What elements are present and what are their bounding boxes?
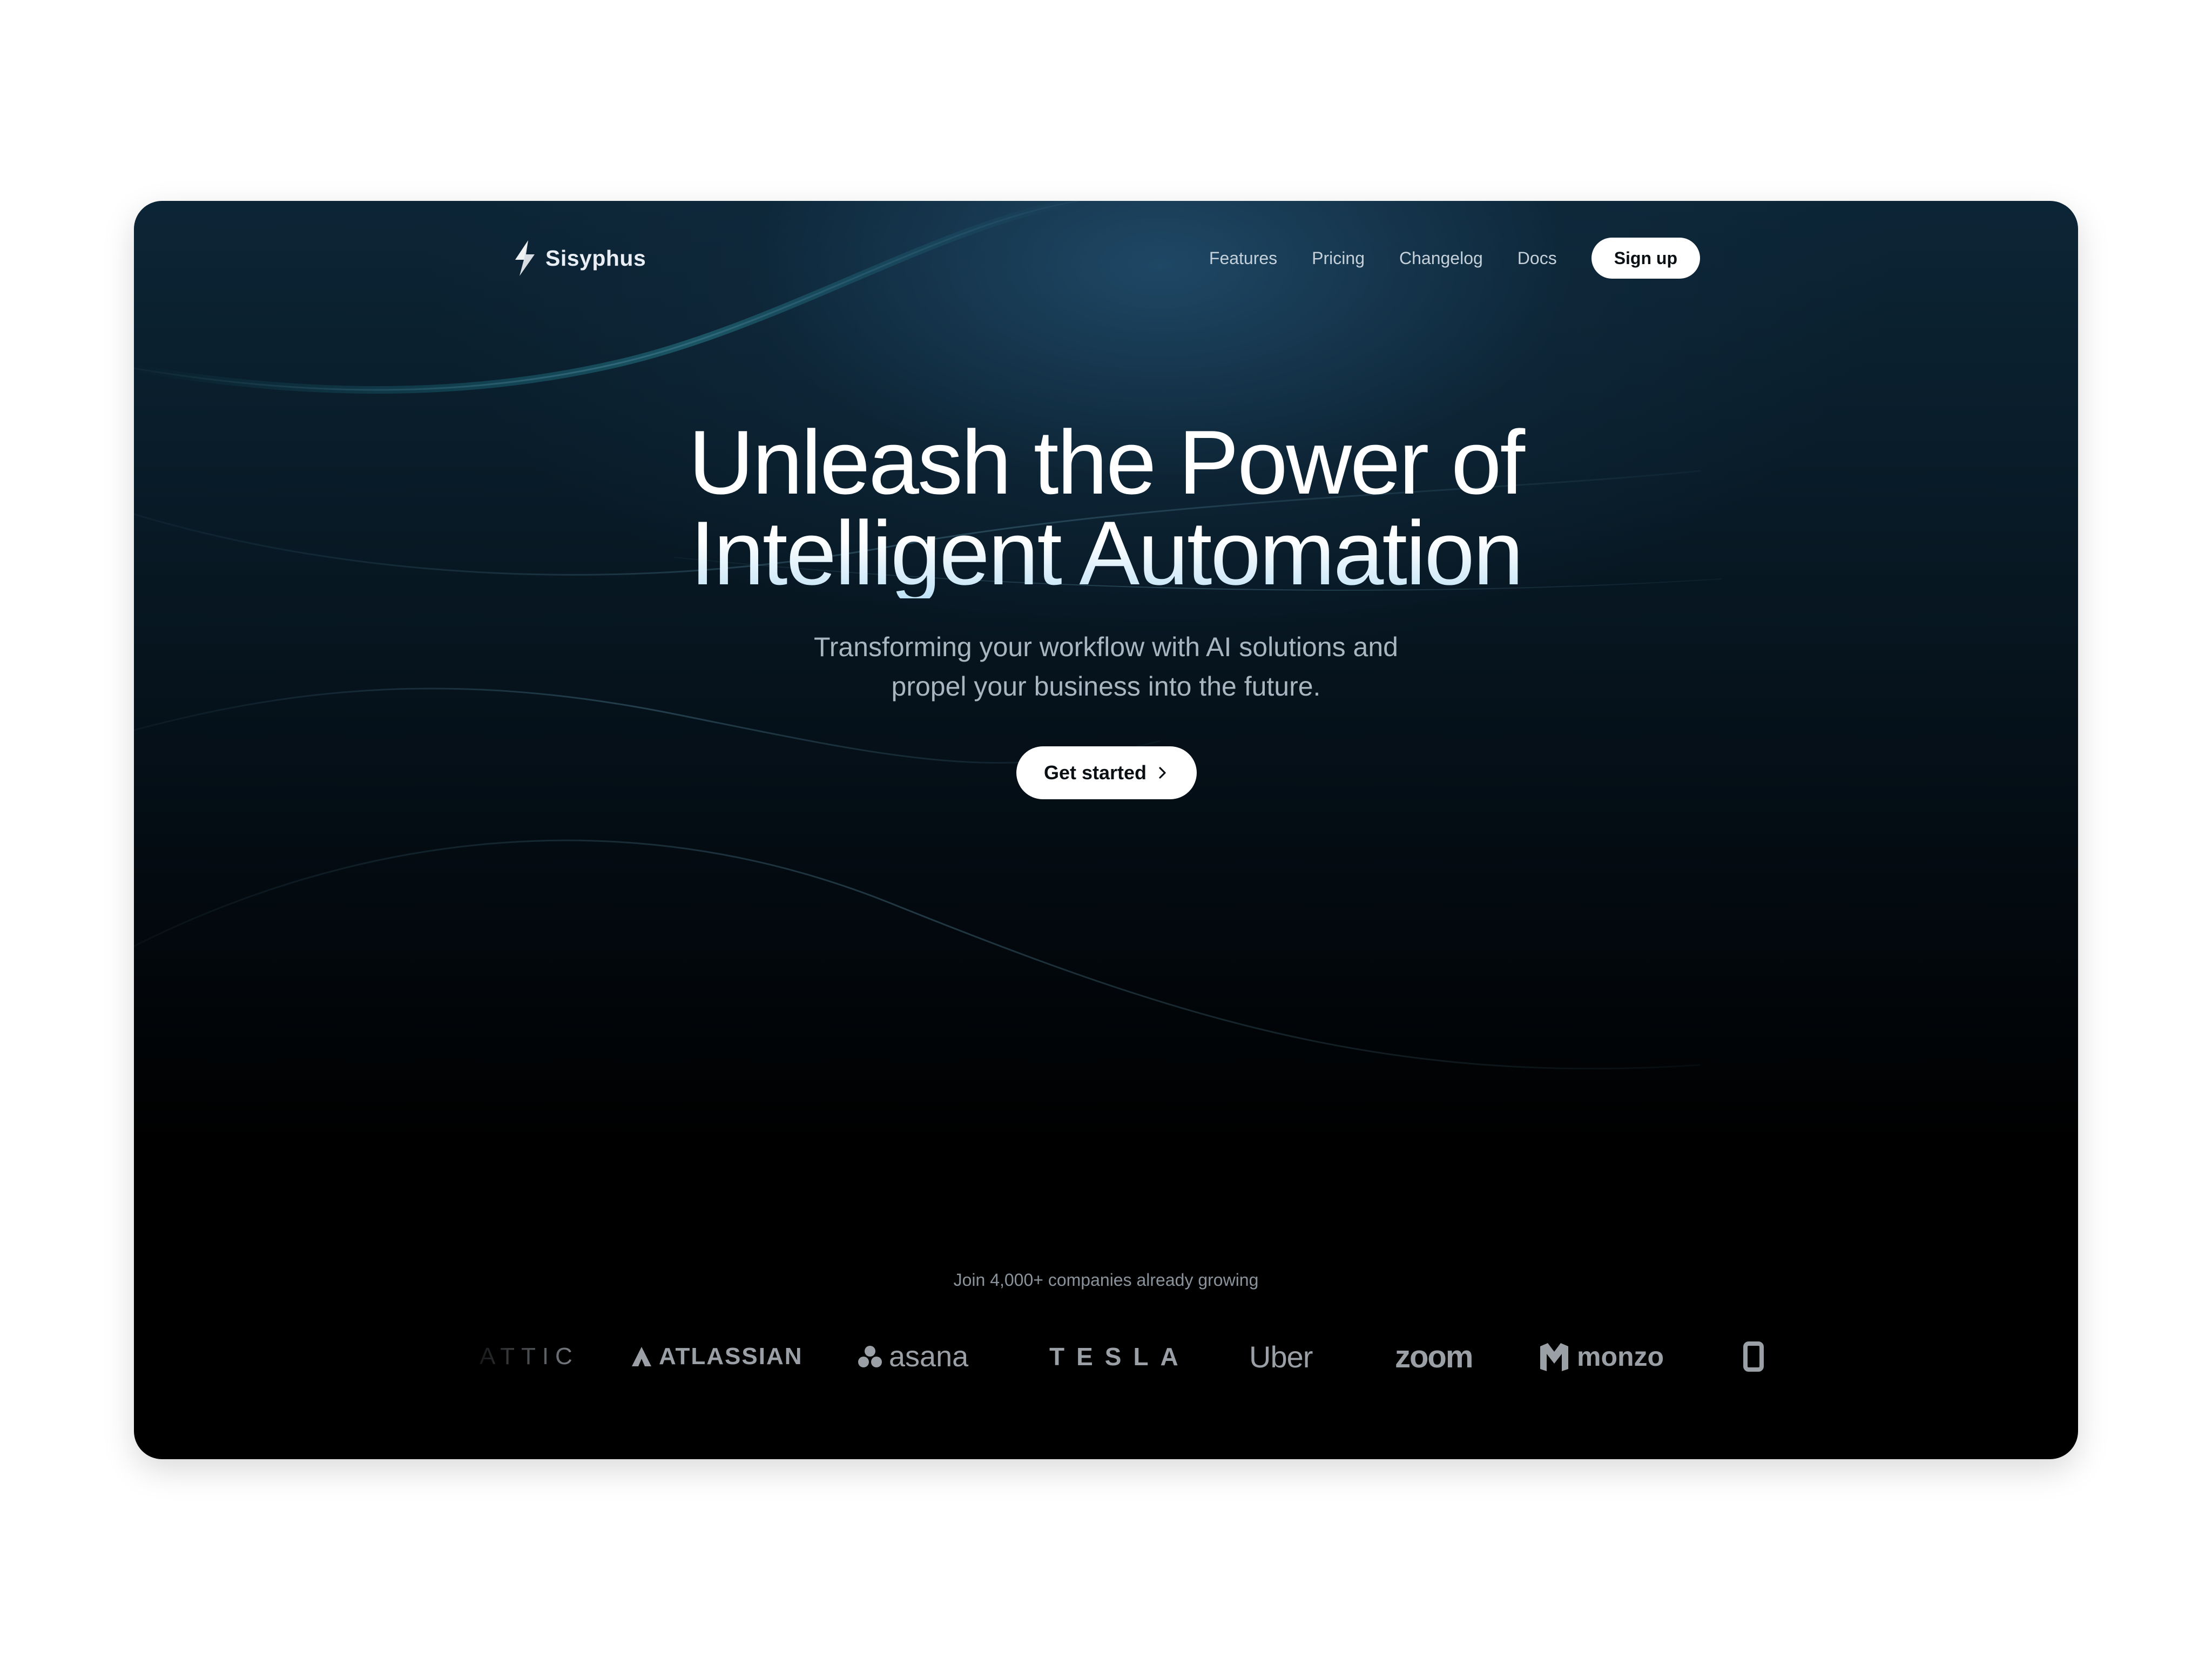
logo-automattic-text: ATTIC bbox=[480, 1343, 579, 1370]
logo-partial bbox=[1743, 1335, 1765, 1378]
brand-name: Sisyphus bbox=[545, 245, 646, 271]
partial-logo-icon bbox=[1743, 1341, 1764, 1372]
logo-asana-text: asana bbox=[889, 1340, 969, 1373]
nav-link-pricing[interactable]: Pricing bbox=[1312, 248, 1365, 268]
signup-button[interactable]: Sign up bbox=[1591, 238, 1700, 279]
headline-line-2: Intelligent Automation bbox=[134, 508, 2078, 598]
headline-line-1: Unleash the Power of bbox=[688, 412, 1525, 513]
hero-card: Sisyphus Features Pricing Changelog Docs… bbox=[134, 201, 2078, 1459]
brand[interactable]: Sisyphus bbox=[512, 240, 646, 276]
logo-zoom-text: zoom bbox=[1395, 1339, 1473, 1374]
logo-monzo-text: monzo bbox=[1577, 1341, 1664, 1372]
nav-link-changelog[interactable]: Changelog bbox=[1399, 248, 1483, 268]
subheadline-line-2: propel your business into the future. bbox=[891, 671, 1321, 702]
nav-link-docs[interactable]: Docs bbox=[1518, 248, 1557, 268]
logo-uber: Uber bbox=[1249, 1335, 1313, 1378]
monzo-m-icon bbox=[1540, 1343, 1568, 1371]
hero-headline: Unleash the Power of Intelligent Automat… bbox=[134, 417, 2078, 598]
get-started-button[interactable]: Get started bbox=[1016, 746, 1197, 799]
logo-asana: asana bbox=[858, 1335, 968, 1378]
logo-tesla: TESLA bbox=[1049, 1335, 1190, 1378]
logo-tesla-text: TESLA bbox=[1049, 1343, 1190, 1371]
logo-monzo: monzo bbox=[1538, 1335, 1664, 1378]
asana-dots-icon bbox=[858, 1346, 882, 1367]
lightning-logo-icon bbox=[515, 240, 535, 276]
logo-atlassian: ATLASSIAN bbox=[631, 1335, 803, 1378]
logo-carousel: ATTIC ATLASSIAN asana TESLA Uber zoom mo… bbox=[458, 1324, 1916, 1389]
logo-automattic: ATTIC bbox=[480, 1335, 579, 1378]
nav-links: Features Pricing Changelog Docs Sign up bbox=[1209, 238, 1700, 279]
nav-link-features[interactable]: Features bbox=[1209, 248, 1277, 268]
subheadline-line-1: Transforming your workflow with AI solut… bbox=[814, 632, 1398, 662]
logo-zoom: zoom bbox=[1395, 1335, 1473, 1378]
social-proof-caption: Join 4,000+ companies already growing bbox=[953, 1270, 1259, 1290]
hero-subheadline: Transforming your workflow with AI solut… bbox=[134, 628, 2078, 706]
get-started-label: Get started bbox=[1043, 761, 1147, 784]
logo-atlassian-text: ATLASSIAN bbox=[659, 1343, 803, 1370]
chevron-right-icon bbox=[1159, 767, 1166, 779]
logo-uber-text: Uber bbox=[1249, 1339, 1313, 1374]
atlassian-mark-icon bbox=[632, 1347, 651, 1366]
top-nav: Sisyphus Features Pricing Changelog Docs… bbox=[512, 231, 1700, 285]
